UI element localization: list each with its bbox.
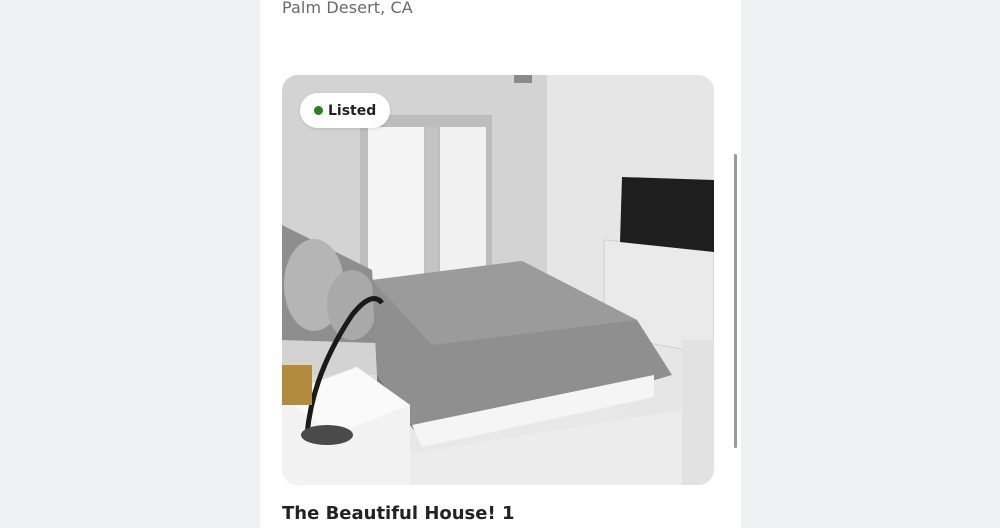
listing-panel: Palm Desert, CA Listed The Beautiful Hou… (260, 0, 741, 528)
listing-photo (282, 75, 714, 485)
listing-location: Palm Desert, CA (282, 0, 413, 17)
scrollbar-thumb[interactable] (734, 154, 737, 448)
listing-title[interactable]: The Beautiful House! 1 (282, 503, 514, 524)
status-dot-icon (314, 106, 323, 115)
status-badge-label: Listed (328, 102, 377, 119)
listing-photo-card[interactable]: Listed (282, 75, 714, 485)
status-badge: Listed (300, 93, 391, 128)
